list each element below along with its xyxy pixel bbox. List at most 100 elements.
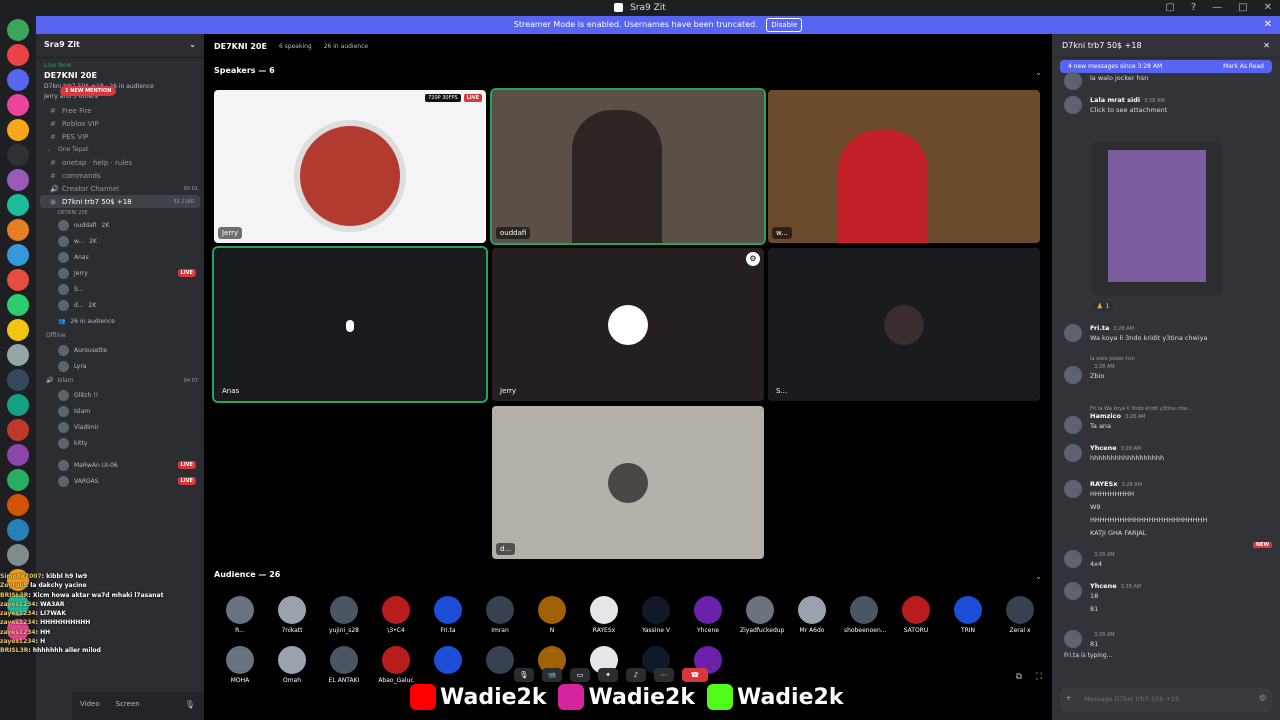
collapse-audience-icon[interactable]: ⌄ (1035, 572, 1042, 581)
member-item[interactable]: Islam (36, 403, 204, 419)
chat-message[interactable]: la walo jocker hsn (1064, 72, 1269, 90)
new-mention-badge[interactable]: 1 NEW MENTION (60, 86, 117, 96)
audience-member[interactable]: Mr A6do (792, 596, 832, 634)
server-icon[interactable] (7, 44, 29, 66)
speaker-tile-screenshare[interactable]: 720P 30FPS LIVE Jerry (214, 90, 486, 243)
member-item[interactable]: ouddafi 2K (36, 217, 204, 233)
settings-gear-icon[interactable]: ⚙ (746, 252, 760, 266)
stage-channel-active[interactable]: ◉ D7kni trb7 50$ +18 32 2160 (40, 195, 200, 208)
member-item[interactable]: Glitch !! (36, 387, 204, 403)
audience-member[interactable] (428, 646, 468, 684)
audience-member[interactable]: Fri.ta (428, 596, 468, 634)
disable-streamer-mode-button[interactable]: Disable (766, 18, 803, 32)
server-header[interactable]: Sra9 Zit ⌄ (36, 34, 204, 58)
server-icon[interactable] (7, 444, 29, 466)
fullscreen-icon[interactable]: ⛶ (1036, 672, 1042, 682)
speaker-tile-avatar[interactable]: Anas (212, 246, 488, 403)
audience-member[interactable]: SATORU (896, 596, 936, 634)
server-icon[interactable] (7, 194, 29, 216)
server-icon[interactable] (7, 544, 29, 566)
member-item[interactable]: Jerry LIVE (36, 265, 204, 281)
chat-message[interactable]: Yhcene 3:28 AM 18 81 (1064, 582, 1269, 616)
channel-item[interactable]: # Free Fire (36, 104, 204, 117)
offline-category[interactable]: Offline (36, 329, 204, 342)
mic-icon[interactable]: 🎙 (185, 700, 195, 709)
audience-member[interactable]: 7nikatt (272, 596, 312, 634)
audience-member[interactable]: TRIN (948, 596, 988, 634)
audience-member[interactable]: Yhcene (688, 596, 728, 634)
add-attachment-icon[interactable]: + (1066, 694, 1071, 702)
server-icon[interactable] (7, 419, 29, 441)
islam-category[interactable]: 🔊 Islam 04 07 (36, 374, 204, 387)
chat-message[interactable]: 3:28 AM 4x4 (1064, 550, 1269, 571)
audience-member[interactable]: yujini_s28 (324, 596, 364, 634)
channel-item[interactable]: # onetap · help · rules (36, 156, 204, 169)
video-label[interactable]: Video (80, 700, 100, 708)
server-icon[interactable] (7, 494, 29, 516)
member-item[interactable]: Lyra (36, 358, 204, 374)
chat-message[interactable]: RAYESx 3:28 AM HHHHHHHHH W9 HHHHHHHHHHHHHH… (1064, 480, 1269, 540)
server-icon[interactable] (7, 119, 29, 141)
help-icon[interactable]: ? (1191, 0, 1196, 16)
collapse-speakers-icon[interactable]: ⌄ (1035, 68, 1042, 77)
chat-message[interactable]: Fri.ta Wa koya li 3ndo kridit y3tina chw… (1064, 406, 1269, 434)
channel-item[interactable]: # commands (36, 169, 204, 182)
audience-member[interactable]: EL ANTAKI (324, 646, 364, 684)
close-chat-icon[interactable]: ✕ (1263, 41, 1270, 50)
server-icon[interactable] (7, 344, 29, 366)
server-icon[interactable] (7, 294, 29, 316)
screen-label[interactable]: Screen (116, 700, 140, 708)
speakers-header[interactable]: Speakers — 6 (214, 66, 275, 75)
member-item[interactable]: MaRwAn UI-06 LIVE (36, 457, 204, 473)
member-item[interactable]: w... 2K (36, 233, 204, 249)
audience-member[interactable]: Ziyadfuckedup (740, 596, 784, 634)
member-item[interactable]: Aurousette (36, 342, 204, 358)
mark-as-read-button[interactable]: Mark As Read (1223, 63, 1264, 70)
chat-message[interactable]: Yhcene 3:28 AM hhhhhhhhhhhhhhhhhh (1064, 444, 1269, 465)
attachment-image[interactable] (1092, 142, 1222, 296)
speaker-tile-camera[interactable]: ouddafi (490, 88, 766, 245)
member-item[interactable]: d... 2K (36, 297, 204, 313)
chat-message[interactable]: Lala mrat sidi 3:28 AM Click to see attach… (1064, 96, 1269, 117)
audience-member[interactable]: N (532, 596, 572, 634)
live-now-card[interactable]: Live Now DE7KNI 20E D7kni trb7 50$ +18 ·… (36, 58, 204, 104)
server-icon[interactable] (7, 244, 29, 266)
chat-message-input[interactable]: + Message D7kni trb7 50$ +18 ☺ (1060, 688, 1272, 712)
audience-member[interactable]: Omah (272, 646, 312, 684)
emoji-icon[interactable]: ☺ (1259, 694, 1266, 702)
server-icon[interactable] (7, 369, 29, 391)
audience-member[interactable]: RAYESx (584, 596, 624, 634)
chat-message[interactable]: Fri.ta 3:28 AM Wa koya li 3ndo kridit y3ti… (1064, 324, 1269, 345)
speaker-tile-avatar[interactable]: d... (492, 406, 764, 559)
member-item[interactable]: VARGAS LIVE (36, 473, 204, 489)
chat-message[interactable]: la walo jocker hsn 3:28 AM Zbio (1064, 356, 1269, 384)
server-icon[interactable] (7, 394, 29, 416)
audience-member[interactable]: \3•C4 (376, 596, 416, 634)
audience-header[interactable]: Audience — 26 (214, 570, 280, 579)
close-banner-icon[interactable]: ✕ (1264, 16, 1272, 34)
speaker-tile-avatar[interactable]: ⚙ Jerry (492, 248, 764, 401)
member-item[interactable]: Vladimir (36, 419, 204, 435)
server-icon[interactable] (7, 94, 29, 116)
server-icon[interactable] (7, 219, 29, 241)
server-icon[interactable] (7, 269, 29, 291)
audience-member[interactable]: Abao_Galuc (376, 646, 416, 684)
chat-message[interactable]: 3:28 AM 81 (1064, 630, 1269, 651)
minimize-button[interactable]: — (1212, 0, 1222, 16)
server-icon[interactable] (7, 519, 29, 541)
popout-icon[interactable]: ⧉ (1016, 672, 1022, 682)
reaction-pill[interactable]: 🙏 1 (1092, 302, 1114, 311)
server-icon[interactable] (7, 69, 29, 91)
audience-member[interactable]: shobeenoen... (844, 596, 886, 634)
channel-item[interactable]: ⌄ One Tapat (36, 143, 204, 156)
server-icon[interactable] (7, 319, 29, 341)
close-window-button[interactable]: ✕ (1264, 0, 1272, 16)
audience-member[interactable]: Yassine V (636, 596, 676, 634)
server-icon[interactable] (7, 469, 29, 491)
audience-member[interactable]: Zeral x (1000, 596, 1040, 634)
audience-member[interactable]: MOHA (220, 646, 260, 684)
speaker-tile-camera[interactable]: w... (768, 90, 1040, 243)
channel-item[interactable]: # PES VIP (36, 130, 204, 143)
channel-item[interactable]: # Roblox VIP (36, 117, 204, 130)
server-icon[interactable] (7, 144, 29, 166)
